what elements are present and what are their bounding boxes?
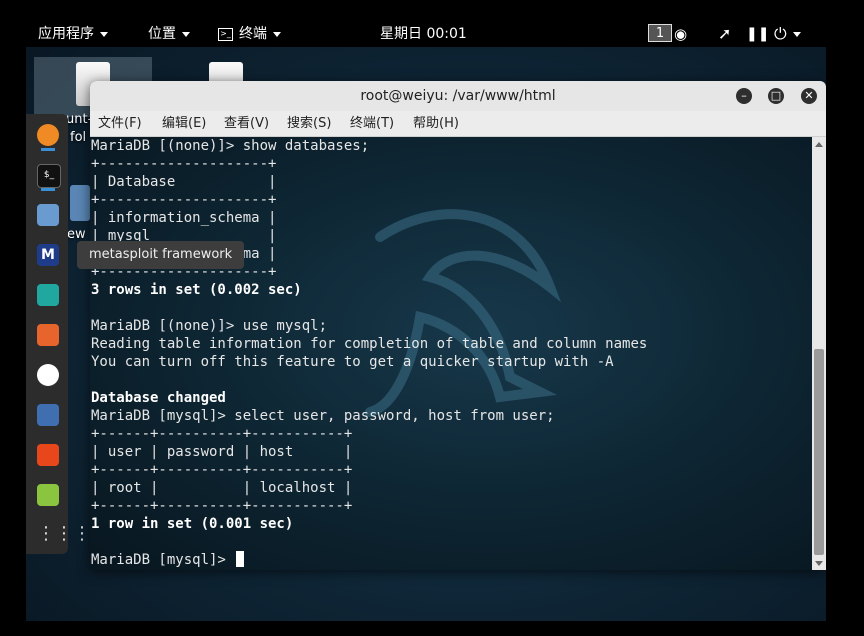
scrollbar[interactable]: [812, 137, 826, 570]
chevron-down-icon: [182, 31, 190, 37]
menu-bar: 文件(F) 编辑(E) 查看(V) 搜索(S) 终端(T) 帮助(H): [90, 111, 826, 137]
prompt-text: MariaDB [mysql]>: [91, 552, 235, 568]
workspace-indicator[interactable]: 1: [648, 24, 672, 42]
terminal-menu-label: 终端: [239, 26, 267, 42]
network-icon[interactable]: ➚: [718, 21, 731, 47]
terminal-output[interactable]: MariaDB [(none)]> show databases; +------…: [90, 137, 812, 570]
window-titlebar[interactable]: root@weiyu: /var/www/html – □ ✕: [90, 81, 826, 111]
terminal-line: +--------------------+: [91, 156, 277, 172]
camera-icon[interactable]: ◉: [674, 21, 687, 47]
files-icon[interactable]: [37, 204, 59, 226]
menu-file[interactable]: 文件(F): [98, 111, 142, 137]
menu-terminal[interactable]: 终端(T): [350, 111, 394, 137]
armitage-icon[interactable]: [37, 284, 59, 306]
firefox-icon[interactable]: [37, 124, 59, 146]
terminal-line: | root | | localhost |: [91, 480, 353, 496]
terminal-line: MariaDB [(none)]> show databases;: [91, 138, 370, 154]
terminal-line: You can turn off this feature to get a q…: [91, 354, 614, 370]
terminal-line: 3 rows in set (0.002 sec): [91, 282, 302, 298]
maximize-button[interactable]: □: [768, 88, 784, 104]
text-cursor: [236, 551, 245, 567]
running-indicator: [41, 148, 55, 151]
terminal-line: +------+----------+-----------+: [91, 498, 353, 514]
maltego-icon[interactable]: [37, 364, 59, 386]
desktop-icon-label: ew: [67, 227, 86, 242]
terminal-window: root@weiyu: /var/www/html – □ ✕ 文件(F) 编辑…: [90, 81, 826, 570]
terminal-line: +------+----------+-----------+: [91, 426, 353, 442]
minimize-button[interactable]: –: [736, 88, 752, 104]
scrollbar-thumb[interactable]: [814, 349, 824, 555]
terminal-line: | user | password | host |: [91, 444, 353, 460]
metasploit-icon[interactable]: M: [37, 244, 59, 266]
clock[interactable]: 星期日 00:01: [380, 21, 467, 47]
power-icon[interactable]: ⏻: [774, 21, 801, 47]
faraday-icon[interactable]: [37, 444, 59, 466]
close-button[interactable]: ✕: [801, 88, 817, 104]
terminal-prompt[interactable]: MariaDB [mysql]>: [91, 551, 647, 569]
terminal-line: | Database |: [91, 174, 277, 190]
scroll-up-icon[interactable]: [815, 142, 823, 147]
terminal-line: Database changed: [91, 390, 226, 406]
applications-menu[interactable]: 应用程序: [38, 21, 108, 47]
volume-icon[interactable]: ❚❚: [746, 21, 769, 47]
dock: $_ M ⋮⋮⋮: [26, 114, 91, 554]
window-title: root@weiyu: /var/www/html: [360, 88, 556, 104]
terminal-lines: MariaDB [(none)]> show databases; +------…: [91, 137, 647, 569]
scroll-down-icon[interactable]: [815, 561, 823, 566]
places-menu-label: 位置: [148, 26, 176, 42]
terminal-line: +--------------------+: [91, 192, 277, 208]
applications-menu-label: 应用程序: [38, 26, 94, 42]
top-panel: 应用程序 位置 >_ 终端 星期日 00:01 1 ◉ ➚ ❚❚ ⏻: [26, 21, 826, 47]
chevron-down-icon: [100, 31, 108, 37]
chevron-down-icon: [792, 32, 801, 37]
terminal-line: 1 row in set (0.001 sec): [91, 516, 294, 532]
terminal-line: +------+----------+-----------+: [91, 462, 353, 478]
terminal-app-menu[interactable]: >_ 终端: [218, 21, 281, 47]
menu-edit[interactable]: 编辑(E): [162, 111, 206, 137]
menu-search[interactable]: 搜索(S): [287, 111, 331, 137]
terminal-line: MariaDB [mysql]> select user, password, …: [91, 408, 555, 424]
running-indicator: [41, 188, 55, 191]
folder-icon: [70, 185, 90, 221]
chevron-down-icon: [273, 31, 281, 37]
terminal-small-icon: >_: [218, 27, 233, 41]
burpsuite-icon[interactable]: [37, 324, 59, 346]
desktop-icon-label: unt-: [66, 112, 93, 127]
leafpad-icon[interactable]: [37, 484, 59, 506]
terminal-icon[interactable]: $_: [37, 164, 61, 188]
terminal-line: MariaDB [(none)]> use mysql;: [91, 318, 328, 334]
app-grid-icon[interactable]: ⋮⋮⋮: [37, 524, 91, 546]
beef-icon[interactable]: [37, 404, 59, 426]
terminal-line: Reading table information for completion…: [91, 336, 648, 352]
desktop-icon-label: fol: [70, 130, 87, 145]
dock-tooltip: metasploit framework: [77, 241, 245, 269]
places-menu[interactable]: 位置: [148, 21, 190, 47]
terminal-line: | information_schema |: [91, 210, 277, 226]
menu-help[interactable]: 帮助(H): [413, 111, 459, 137]
menu-view[interactable]: 查看(V): [224, 111, 269, 137]
